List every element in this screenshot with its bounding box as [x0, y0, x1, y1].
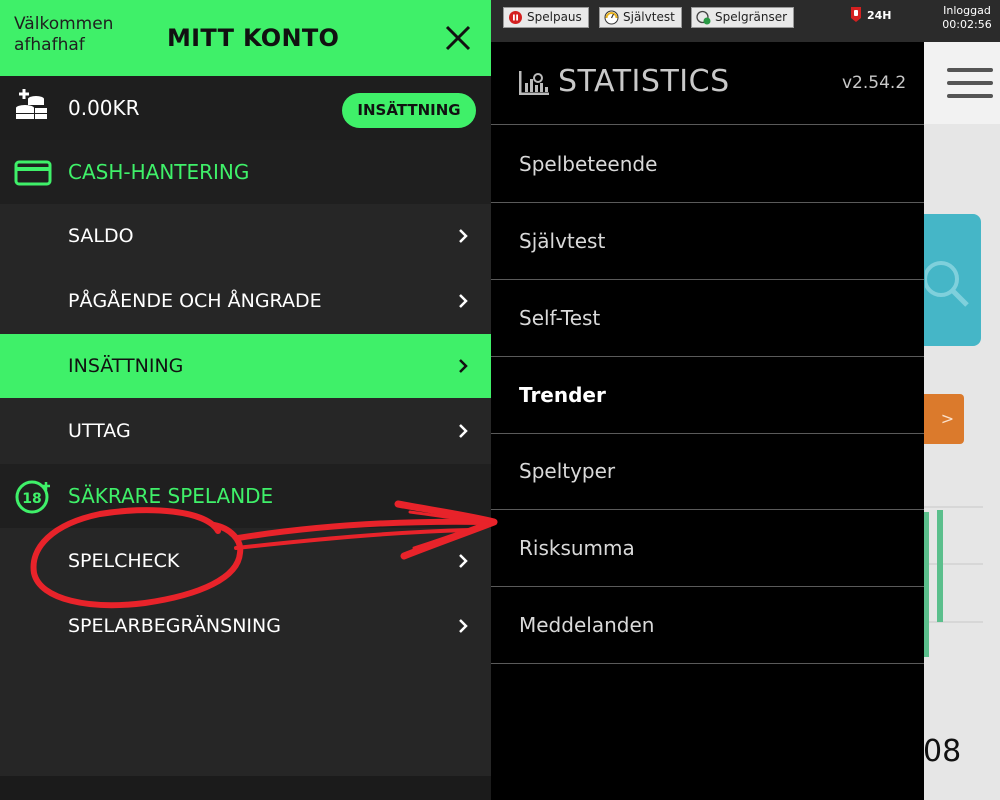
sjalvtest-label: Självtest	[623, 10, 675, 24]
version-label: v2.54.2	[842, 73, 907, 93]
spelgranser-label: Spelgränser	[715, 10, 788, 24]
chevron-right-icon	[459, 619, 468, 633]
next-button[interactable]: >	[923, 394, 964, 444]
chevron-right-icon	[459, 294, 468, 308]
menu-item-uttag[interactable]: UTTAG	[0, 399, 491, 463]
menu-item-label: PÅGÅENDE OCH ÅNGRADE	[68, 290, 322, 312]
safe-play-section-label: SÄKRARE SPELANDE	[68, 484, 274, 508]
bar-chart-fragment	[923, 506, 983, 657]
hamburger-menu-icon	[947, 68, 993, 98]
menu-item-pagaende[interactable]: PÅGÅENDE OCH ÅNGRADE	[0, 269, 491, 333]
stats-item-meddelanden[interactable]: Meddelanden	[491, 587, 924, 664]
menu-item-label: SPELCHECK	[68, 550, 180, 572]
welcome-text: Välkommen afhafhaf	[14, 14, 113, 56]
stats-item-spelbeteende[interactable]: Spelbeteende	[491, 126, 924, 203]
statistics-chart-icon	[519, 71, 549, 95]
stats-item-label: Speltyper	[519, 459, 616, 483]
menu-item-spelarbegransning[interactable]: SPELARBEGRÄNSNING	[0, 594, 491, 658]
age-18-plus-icon: 18	[15, 480, 50, 514]
hamburger-button[interactable]	[923, 42, 1000, 124]
menu-item-label: SALDO	[68, 225, 134, 247]
statistics-title: STATISTICS	[558, 64, 730, 99]
time-limit-label: 24H	[867, 9, 892, 22]
close-icon[interactable]	[440, 20, 476, 56]
spelpaus-button[interactable]: Spelpaus	[503, 7, 589, 28]
stats-item-sjalvtest[interactable]: Självtest	[491, 203, 924, 280]
welcome-greeting: Välkommen	[14, 14, 114, 34]
session-timer: 00:02:56	[942, 18, 992, 31]
menu-item-label: INSÄTTNING	[68, 355, 184, 377]
spelpaus-label: Spelpaus	[527, 10, 582, 24]
statistics-header: STATISTICS v2.54.2	[491, 42, 924, 125]
panel-title: MITT KONTO	[167, 24, 340, 52]
stats-item-label: Meddelanden	[519, 613, 655, 637]
svg-text:18: 18	[22, 491, 41, 507]
menu-item-saldo[interactable]: SALDO	[0, 204, 491, 268]
menu-item-spelcheck[interactable]: SPELCHECK	[0, 529, 491, 593]
balance-amount: 0.00KR	[68, 96, 140, 120]
menu-item-insattning[interactable]: INSÄTTNING	[0, 334, 491, 398]
promo-card[interactable]	[923, 214, 981, 346]
cash-section-label: CASH-HANTERING	[68, 160, 250, 184]
account-panel: Välkommen afhafhaf MITT KONTO 0.00KR INS…	[0, 0, 491, 800]
credit-card-icon	[14, 160, 52, 186]
stats-item-label: Self-Test	[519, 306, 601, 330]
stats-item-risksumma[interactable]: Risksumma	[491, 510, 924, 587]
stats-item-label: Självtest	[519, 229, 606, 253]
login-label: Inloggad	[943, 4, 991, 17]
session-info: Inloggad 00:02:56	[937, 4, 997, 32]
time-limit-indicator[interactable]: 24H	[848, 5, 898, 27]
chevron-right-icon	[459, 554, 468, 568]
stats-item-label: Trender	[519, 383, 606, 407]
responsible-gaming-bar: Spelpaus Självtest Spelgränser 24H Inlog…	[491, 0, 1000, 42]
hand-stop-icon	[851, 7, 861, 22]
statistic-number: 08	[923, 734, 962, 769]
safe-play-section-header: 18 SÄKRARE SPELANDE	[0, 464, 491, 528]
username: afhafhaf	[14, 35, 85, 55]
account-header: Välkommen afhafhaf MITT KONTO	[0, 0, 491, 76]
magnifier-icon	[925, 261, 969, 307]
menu-item-label: UTTAG	[68, 420, 131, 442]
stats-item-label: Risksumma	[519, 536, 635, 560]
panel-footer	[0, 776, 491, 800]
coins-plus-icon	[16, 89, 47, 119]
statistics-screen: Spelpaus Självtest Spelgränser 24H Inlog…	[491, 0, 1000, 800]
sjalvtest-button[interactable]: Självtest	[599, 7, 682, 28]
cash-section-header: CASH-HANTERING	[0, 140, 491, 204]
menu-item-label: SPELARBEGRÄNSNING	[68, 615, 281, 637]
limits-icon	[696, 10, 711, 25]
stats-item-self-test[interactable]: Self-Test	[491, 280, 924, 357]
statistics-menu: STATISTICS v2.54.2 Spelbeteende Självtes…	[491, 42, 924, 800]
chevron-right-icon	[459, 229, 468, 243]
gauge-icon	[604, 10, 619, 25]
underlying-page: > 08	[923, 42, 1000, 800]
spelgranser-button[interactable]: Spelgränser	[691, 7, 795, 28]
deposit-button[interactable]: INSÄTTNING	[342, 93, 476, 128]
chevron-right-icon	[459, 424, 468, 438]
stats-item-label: Spelbeteende	[519, 152, 658, 176]
stats-item-trender[interactable]: Trender	[491, 357, 924, 434]
chevron-right-icon	[459, 359, 468, 373]
stop-circle-icon	[509, 11, 522, 24]
stats-item-speltyper[interactable]: Speltyper	[491, 433, 924, 510]
balance-row: 0.00KR INSÄTTNING	[0, 76, 491, 140]
